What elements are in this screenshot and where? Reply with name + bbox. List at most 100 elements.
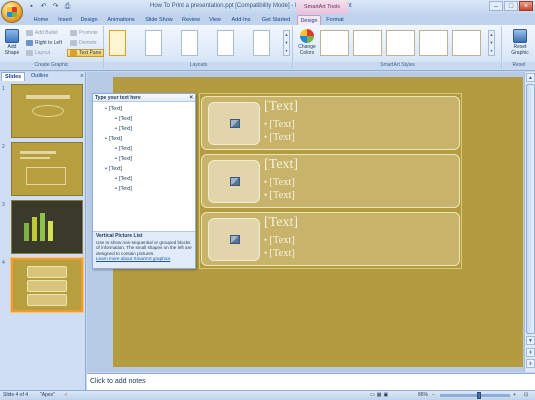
tab-get-started[interactable]: Get Started <box>258 15 294 25</box>
picture-placeholder[interactable] <box>208 218 260 261</box>
tab-add-ins[interactable]: Add-Ins <box>228 15 254 25</box>
vertical-scrollbar[interactable]: ▲ ▼ ⇞ ⇟ <box>524 72 535 372</box>
next-slide-icon[interactable]: ⇟ <box>526 359 535 368</box>
add-shape-button[interactable]: Add Shape <box>2 29 22 56</box>
tab-animations[interactable]: Animations <box>103 15 139 25</box>
minimize-icon[interactable]: – <box>489 1 503 11</box>
slides-pane: Slides Outline × 1 2 3 4 <box>0 72 86 390</box>
picture-placeholder[interactable] <box>208 160 260 203</box>
add-bullet-button[interactable]: Add Bullet <box>26 29 58 37</box>
slide-thumbnail[interactable]: 2 <box>2 142 86 198</box>
smartart-graphic[interactable]: [Text] [Text] [Text] [Text] [Text] [Text… <box>199 93 462 269</box>
tab-home[interactable]: Home <box>30 15 52 25</box>
scrollbar-thumb[interactable] <box>526 84 535 334</box>
text-pane-item[interactable]: [Text] <box>105 165 122 173</box>
smartart-bullet[interactable]: [Text] <box>264 119 295 130</box>
demote-button[interactable]: Demote <box>70 39 97 47</box>
tab-slide-show[interactable]: Slide Show <box>141 15 177 25</box>
palette-icon <box>300 29 314 43</box>
slide-thumbnail[interactable]: 3 <box>2 200 86 256</box>
tab-smartart-design[interactable]: Design <box>297 15 321 25</box>
style-option[interactable] <box>353 30 382 56</box>
style-option[interactable] <box>386 30 415 56</box>
text-pane-item[interactable]: [Text] <box>115 185 132 193</box>
promote-button[interactable]: Promote <box>70 29 98 37</box>
scroll-down-icon[interactable]: ▼ <box>526 336 535 345</box>
zoom-slider[interactable] <box>440 392 510 399</box>
window-controls: – □ × <box>489 1 533 11</box>
layout-option[interactable] <box>217 30 234 56</box>
styles-gallery-scroll[interactable]: ▲ ▼ ▾ <box>488 30 495 56</box>
layout-button[interactable]: Layout <box>26 49 50 57</box>
smartart-bullet[interactable]: [Text] <box>264 248 295 259</box>
thumb-bar <box>32 217 37 241</box>
smartart-row[interactable]: [Text] [Text] [Text] <box>201 212 460 266</box>
text-pane-item[interactable]: [Text] <box>115 125 132 133</box>
reset-graphic-icon <box>513 29 527 43</box>
tab-smartart-format[interactable]: Format <box>323 15 347 25</box>
smartart-row[interactable]: [Text] [Text] [Text] <box>201 96 460 150</box>
right-to-left-button[interactable]: Right to Left <box>26 39 62 47</box>
tab-view[interactable]: View <box>205 15 225 25</box>
tab-outline[interactable]: Outline <box>28 72 51 81</box>
zoom-level[interactable]: 86% <box>418 391 428 400</box>
text-pane-item[interactable]: [Text] <box>105 105 122 113</box>
fit-to-window-icon[interactable]: ⊡ <box>524 391 528 400</box>
style-option[interactable] <box>419 30 448 56</box>
zoom-out-icon[interactable]: − <box>432 391 435 400</box>
smartart-bullet[interactable]: [Text] <box>264 177 295 188</box>
notes-pane[interactable]: Click to add notes <box>87 373 535 390</box>
redo-icon[interactable]: ↷ <box>51 2 60 11</box>
office-button[interactable] <box>1 1 23 23</box>
smartart-row[interactable]: [Text] [Text] [Text] <box>201 154 460 208</box>
smartart-bullet[interactable]: [Text] <box>264 132 295 143</box>
text-pane-item[interactable]: [Text] <box>105 135 122 143</box>
smartart-bullet[interactable]: [Text] <box>264 190 295 201</box>
text-pane-item[interactable]: [Text] <box>115 155 132 163</box>
learn-more-link[interactable]: Learn more about SmartArt graphics <box>96 256 170 261</box>
slide-thumbnail[interactable]: 1 <box>2 84 86 140</box>
style-option[interactable] <box>452 30 481 56</box>
layout-option[interactable] <box>181 30 198 56</box>
slide-thumbnail[interactable]: 4 <box>2 258 86 314</box>
zoom-slider-knob[interactable] <box>476 392 481 399</box>
tab-slides[interactable]: Slides <box>1 72 26 81</box>
layout-description-text: Use to show non-sequential or grouped bl… <box>96 239 192 256</box>
add-shape-icon <box>5 29 19 43</box>
undo-icon[interactable]: ↶ <box>39 2 48 11</box>
tab-insert[interactable]: Insert <box>54 15 76 25</box>
view-buttons[interactable]: ▭▦▣ <box>370 391 390 400</box>
smartart-bullet[interactable]: [Text] <box>264 235 295 246</box>
layouts-group: ▲ ▼ ▾ Layouts <box>105 26 293 69</box>
scroll-up-icon[interactable]: ▲ <box>526 73 535 82</box>
text-pane-item[interactable]: [Text] <box>115 145 132 153</box>
change-colors-button[interactable]: Change Colors <box>296 29 318 56</box>
tab-design[interactable]: Design <box>78 15 100 25</box>
smartart-title[interactable]: [Text] <box>264 215 298 231</box>
style-option[interactable] <box>320 30 349 56</box>
title-bar: ▪ ↶ ↷ ⎙ How To Print a presentation.ppt … <box>0 0 535 23</box>
reset-graphic-button[interactable]: Reset Graphic <box>505 29 535 56</box>
smartart-title[interactable]: [Text] <box>264 99 298 115</box>
text-pane-item[interactable]: [Text] <box>115 115 132 123</box>
close-icon[interactable]: × <box>80 72 84 81</box>
maximize-icon[interactable]: □ <box>504 1 518 11</box>
layouts-gallery-scroll[interactable]: ▲ ▼ ▾ <box>283 30 290 56</box>
print-icon[interactable]: ⎙ <box>63 2 72 11</box>
layout-option[interactable] <box>253 30 270 56</box>
tab-review[interactable]: Review <box>179 15 203 25</box>
text-pane-item[interactable]: [Text] <box>115 175 132 183</box>
text-pane-button[interactable]: Text Pane <box>67 49 105 57</box>
smartart-text-pane[interactable]: Type your text here × [Text] [Text] [Tex… <box>92 93 196 269</box>
smartart-title[interactable]: [Text] <box>264 157 298 173</box>
zoom-in-icon[interactable]: + <box>513 391 516 400</box>
layout-option[interactable] <box>109 30 126 56</box>
layout-option[interactable] <box>145 30 162 56</box>
save-icon[interactable]: ▪ <box>27 2 36 11</box>
picture-placeholder[interactable] <box>208 102 260 145</box>
close-icon[interactable]: × <box>189 94 193 102</box>
previous-slide-icon[interactable]: ⇞ <box>526 348 535 357</box>
spellcheck-icon[interactable]: ✓ <box>64 391 68 400</box>
slide-preview <box>11 258 83 312</box>
close-icon[interactable]: × <box>519 1 533 11</box>
